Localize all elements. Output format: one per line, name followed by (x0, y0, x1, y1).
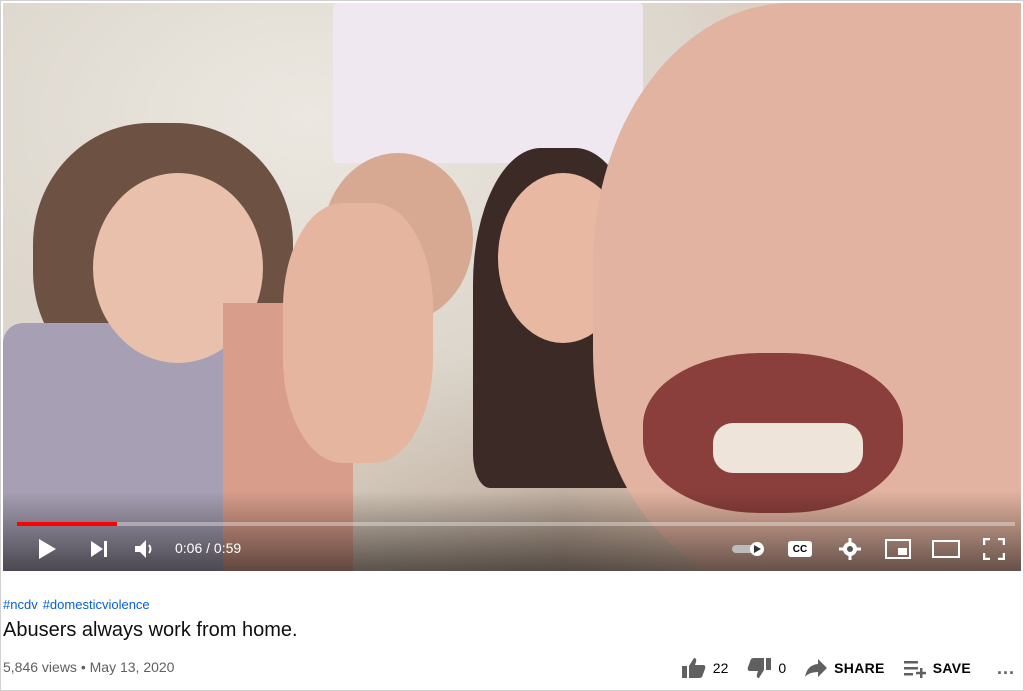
waving-hand (283, 203, 433, 463)
video-title: Abusers always work from home. (3, 619, 298, 641)
video-player[interactable]: 0:06 / 0:59 CC (3, 3, 1021, 571)
share-icon (805, 659, 828, 677)
youtube-video-page: 0:06 / 0:59 CC #ncdv #domesticviolence A… (0, 0, 1024, 691)
volume-icon (135, 540, 152, 558)
share-button[interactable]: SHARE (804, 658, 885, 678)
total-time: 0:59 (213, 540, 242, 556)
next-icon (91, 541, 107, 557)
settings-button[interactable] (833, 531, 867, 567)
dislike-button[interactable]: 0 (746, 657, 786, 679)
publish-date: May 13, 2020 (89, 659, 175, 675)
playlist-add-icon (903, 661, 926, 678)
wall-drawings (333, 3, 643, 163)
thumbs-down-icon (748, 658, 772, 678)
hashtag-link[interactable]: #domesticviolence (43, 597, 150, 612)
next-button[interactable] (83, 531, 115, 567)
more-icon: ... (996, 657, 1015, 678)
view-count: 5,846 views (3, 659, 77, 675)
autoplay-toggle-icon (732, 542, 764, 556)
miniplayer-button[interactable] (881, 531, 915, 567)
captions-button[interactable]: CC (783, 531, 817, 567)
autoplay-toggle[interactable] (729, 531, 769, 567)
time-display: 0:06 / 0:59 (175, 540, 241, 556)
theater-icon (932, 540, 960, 558)
like-count: 22 (712, 660, 729, 676)
hashtag-link[interactable]: #ncdv (3, 597, 38, 612)
progress-played (17, 522, 117, 526)
volume-button[interactable] (129, 531, 161, 567)
video-stats: 5,846 views • May 13, 2020 (3, 659, 174, 675)
video-actions: 22 0 SHARE SAVE ... (663, 657, 1021, 679)
gear-icon (839, 538, 861, 560)
play-icon (39, 539, 56, 559)
fullscreen-button[interactable] (977, 531, 1011, 567)
dislike-count: 0 (778, 660, 787, 676)
share-label: SHARE (834, 660, 885, 676)
hashtag-list: #ncdv #domesticviolence (3, 597, 155, 612)
play-button[interactable] (31, 531, 63, 567)
cc-label: CC (792, 543, 808, 555)
thumbs-up-icon (681, 658, 706, 678)
time-separator: / (206, 540, 211, 556)
current-time: 0:06 (175, 540, 203, 556)
theater-mode-button[interactable] (929, 531, 963, 567)
cc-icon: CC (788, 541, 812, 557)
save-button[interactable]: SAVE (903, 658, 971, 678)
save-label: SAVE (932, 660, 971, 676)
progress-bar[interactable] (17, 522, 1015, 526)
child-teeth (713, 423, 863, 473)
fullscreen-icon (983, 538, 1005, 560)
more-actions-button[interactable]: ... (997, 658, 1015, 679)
video-info: #ncdv #domesticviolence Abusers always wo… (3, 573, 1021, 688)
miniplayer-icon (885, 539, 911, 559)
like-button[interactable]: 22 (681, 657, 729, 679)
stats-separator: • (80, 659, 86, 675)
